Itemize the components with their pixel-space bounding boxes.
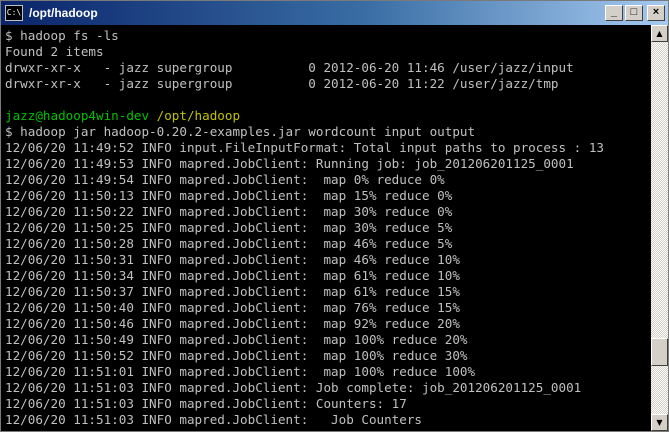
console-line: drwxr-xr-x - jazz supergroup 0 2012-06-2… — [5, 76, 559, 91]
console-line: 12/06/20 11:50:28 INFO mapred.JobClient:… — [5, 236, 453, 251]
console-output[interactable]: $ hadoop fs -ls Found 2 items drwxr-xr-x -… — [1, 25, 651, 431]
title-bar[interactable]: C:\ /opt/hadoop _ □ × — [1, 1, 668, 25]
console-line: Found 2 items — [5, 44, 104, 59]
console-lines: $ hadoop fs -ls Found 2 items drwxr-xr-x -… — [1, 25, 651, 428]
console-line: 12/06/20 11:49:54 INFO mapred.JobClient:… — [5, 172, 445, 187]
console-icon[interactable]: C:\ — [5, 5, 23, 21]
console-line: 12/06/20 11:51:03 INFO mapred.JobClient:… — [5, 412, 423, 427]
scroll-up-arrow-icon[interactable]: ▲ — [651, 25, 668, 42]
minimize-button[interactable]: _ — [605, 5, 623, 21]
console-line: 12/06/20 11:51:03 INFO mapred.JobClient:… — [5, 380, 582, 395]
maximize-button[interactable]: □ — [625, 5, 643, 21]
console-line: 12/06/20 11:50:49 INFO mapred.JobClient:… — [5, 332, 468, 347]
console-line: 12/06/20 11:50:13 INFO mapred.JobClient:… — [5, 188, 453, 203]
console-line: 12/06/20 11:50:31 INFO mapred.JobClient:… — [5, 252, 460, 267]
console-line: 12/06/20 11:50:22 INFO mapred.JobClient:… — [5, 204, 453, 219]
console-line: jazz@hadoop4win-dev /opt/hadoop — [5, 108, 651, 124]
console-line: 12/06/20 11:49:53 INFO mapred.JobClient:… — [5, 156, 574, 171]
console-line: 12/06/20 11:50:25 INFO mapred.JobClient:… — [5, 220, 453, 235]
console-line: 12/06/20 11:51:03 INFO mapred.JobClient:… — [5, 396, 407, 411]
window-title: /opt/hadoop — [29, 6, 98, 20]
console-window: C:\ /opt/hadoop _ □ × $ hadoop fs -ls Fou… — [0, 0, 669, 432]
console-line: $ hadoop fs -ls — [5, 28, 119, 43]
console-line: 12/06/20 11:50:37 INFO mapred.JobClient:… — [5, 284, 460, 299]
console-line: 12/06/20 11:50:52 INFO mapred.JobClient:… — [5, 348, 468, 363]
prompt-path: /opt/hadoop — [149, 108, 241, 123]
console-line: 12/06/20 11:49:52 INFO input.FileInputFo… — [5, 140, 604, 155]
scroll-down-arrow-icon[interactable]: ▼ — [651, 414, 668, 431]
console-line: 12/06/20 11:50:40 INFO mapred.JobClient:… — [5, 300, 460, 315]
console-line: 12/06/20 11:51:01 INFO mapred.JobClient:… — [5, 364, 476, 379]
window-controls: _ □ × — [605, 5, 665, 21]
console-line: drwxr-xr-x - jazz supergroup 0 2012-06-2… — [5, 60, 574, 75]
console-line: 12/06/20 11:50:34 INFO mapred.JobClient:… — [5, 268, 460, 283]
console-line: 12/06/20 11:50:46 INFO mapred.JobClient:… — [5, 316, 460, 331]
prompt-user-host: jazz@hadoop4win-dev — [5, 108, 150, 123]
console-line: $ hadoop jar hadoop-0.20.2-examples.jar … — [5, 124, 476, 139]
vertical-scrollbar[interactable]: ▲ ▼ — [651, 25, 668, 431]
scrollbar-thumb[interactable] — [651, 338, 668, 366]
scrollbar-track[interactable] — [651, 42, 668, 414]
close-button[interactable]: × — [647, 5, 665, 21]
